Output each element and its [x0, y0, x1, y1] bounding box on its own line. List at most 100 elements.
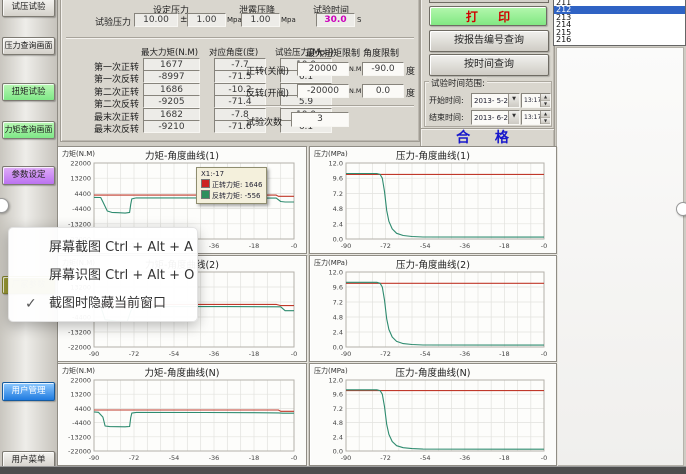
- end-date-select[interactable]: 2013- 6-27 ▼: [471, 110, 520, 125]
- svg-text:4.8: 4.8: [333, 314, 343, 322]
- dropdown-arrow-icon[interactable]: ▼: [508, 111, 519, 124]
- svg-text:7.2: 7.2: [333, 190, 343, 198]
- deg-unit-1: 度: [406, 64, 415, 77]
- report-list-item-selected[interactable]: 212: [554, 6, 685, 13]
- svg-text:-0: -0: [541, 350, 547, 358]
- row-label: 最末次反转: [71, 122, 139, 135]
- settings-results-panel: 设定压力 试验压力 10.00 ± 1.00 Mpa 泄露压降 1.00 Mpa…: [60, 0, 420, 142]
- menu-item-screen-ocr[interactable]: 屏幕识图 Ctrl + Alt + O: [9, 262, 197, 290]
- sidebar-item-pressure-test[interactable]: 试压试验: [2, 0, 55, 17]
- reverse-label: 反转(开阀): [246, 86, 289, 99]
- test-count-field[interactable]: 3: [291, 112, 349, 127]
- svg-text:-13200: -13200: [68, 329, 91, 337]
- forward-angle-field[interactable]: -90.0: [362, 62, 404, 76]
- svg-text:-72: -72: [380, 350, 391, 358]
- leak-drop-field[interactable]: 1.00: [241, 13, 280, 27]
- svg-text:-0: -0: [291, 350, 297, 358]
- torque-cell: -9205: [143, 95, 200, 108]
- svg-text:0.0: 0.0: [333, 344, 343, 352]
- reverse-torque-field[interactable]: -20000: [297, 84, 349, 98]
- chart-svg: -90-72-54-36-18-012.09.67.24.82.40.0: [312, 377, 552, 463]
- cutoff-button[interactable]: [429, 0, 549, 3]
- svg-text:13200: 13200: [70, 391, 91, 399]
- end-time-label: 结束时间:: [429, 112, 464, 123]
- context-menu: 屏幕截图 Ctrl + Alt + A 屏幕识图 Ctrl + Alt + O …: [8, 227, 198, 322]
- forward-torque-field[interactable]: 20000: [297, 62, 349, 76]
- reverse-angle-field[interactable]: 0.0: [362, 84, 404, 98]
- svg-text:7.2: 7.2: [333, 299, 343, 307]
- menu-item-hide-window-label: 截图时隐藏当前窗口: [49, 296, 166, 311]
- right-blank-panel: [556, 47, 684, 466]
- menu-item-screenshot[interactable]: 屏幕截图 Ctrl + Alt + A: [9, 234, 197, 262]
- tolerance-field[interactable]: 1.00: [187, 13, 226, 27]
- svg-text:2.4: 2.4: [333, 329, 343, 337]
- svg-text:-36: -36: [459, 454, 470, 462]
- chart-panel-pressure-n: 压力(MPa) 压力-角度曲线(N) -90-72-54-36-18-012.0…: [309, 363, 557, 466]
- svg-text:-36: -36: [459, 242, 470, 250]
- svg-text:12.0: 12.0: [329, 160, 343, 168]
- deg-unit-2: 度: [406, 86, 415, 99]
- torque-cell: -8997: [143, 70, 200, 83]
- chart-svg: -90-72-54-36-18-012.09.67.24.82.40.0: [312, 160, 552, 251]
- svg-text:-72: -72: [129, 454, 140, 462]
- spinner-down-icon[interactable]: ▼: [541, 118, 550, 125]
- svg-text:12.0: 12.0: [329, 269, 343, 277]
- svg-text:-54: -54: [420, 242, 431, 250]
- dropdown-arrow-icon[interactable]: ▼: [508, 94, 519, 107]
- chart-panel-pressure-2: 压力(MPa) 压力-角度曲线(2) -90-72-54-36-18-012.0…: [309, 255, 557, 362]
- query-by-time-button[interactable]: 按时间查询: [429, 54, 549, 76]
- sidebar-item-user-management[interactable]: 用户管理: [2, 382, 55, 401]
- svg-text:-18: -18: [249, 350, 260, 358]
- start-time-value: 13:17:35: [522, 97, 540, 104]
- query-by-report-button[interactable]: 按报告编号查询: [429, 30, 549, 52]
- svg-text:-0: -0: [291, 454, 297, 462]
- svg-text:-54: -54: [169, 350, 180, 358]
- nm-unit-2: N.M: [349, 87, 362, 95]
- sidebar-item-parameter-settings[interactable]: 参数设定: [2, 166, 55, 185]
- svg-text:4.8: 4.8: [333, 205, 343, 213]
- test-pressure-label: 试验压力: [95, 15, 131, 28]
- svg-text:9.6: 9.6: [333, 284, 343, 292]
- svg-text:22000: 22000: [70, 160, 91, 168]
- tooltip-reverse-label: 反转力矩: -556: [212, 192, 260, 200]
- window-root: { "sidebar": { "buttons": [ {"label": "试…: [0, 0, 686, 473]
- sidebar-item-pressure-query[interactable]: 压力查询画面: [2, 37, 55, 55]
- test-time-field[interactable]: 30.0: [316, 13, 355, 27]
- svg-text:-22000: -22000: [68, 344, 91, 352]
- end-time-value: 13:17:35: [522, 114, 540, 121]
- drawer-handle-right[interactable]: [676, 202, 686, 216]
- start-time-spinner[interactable]: 13:17:35 ▲▼: [521, 93, 551, 108]
- svg-text:-54: -54: [169, 454, 180, 462]
- svg-text:22000: 22000: [70, 377, 91, 385]
- sidebar-item-torque-test[interactable]: 扭矩试验: [2, 83, 55, 101]
- check-icon: ✓: [25, 290, 37, 318]
- spinner-down-icon[interactable]: ▼: [541, 101, 550, 108]
- svg-text:-54: -54: [420, 454, 431, 462]
- end-time-spinner[interactable]: 13:17:35 ▲▼: [521, 110, 551, 125]
- row-label: 第一次反转: [71, 72, 139, 85]
- mpa-unit-1: Mpa: [227, 16, 242, 24]
- chart-panel-torque-n: 力矩(N.M) 力矩-角度曲线(N) -90-72-54-36-18-02200…: [57, 363, 307, 466]
- menu-item-hide-window[interactable]: ✓ 截图时隐藏当前窗口: [9, 290, 197, 318]
- report-list-item[interactable]: 216: [554, 36, 685, 43]
- report-listbox[interactable]: 211 212 213 214 215 216: [553, 0, 686, 46]
- test-pressure-field[interactable]: 10.00: [134, 13, 178, 27]
- test-count-label: 试验次数: [246, 115, 282, 128]
- divider: [66, 37, 414, 39]
- report-list-item[interactable]: 213: [554, 14, 685, 21]
- svg-text:-0: -0: [291, 242, 297, 250]
- start-date-select[interactable]: 2013- 5-28 ▼: [471, 93, 520, 108]
- print-button[interactable]: 打 印: [429, 6, 547, 26]
- time-range-groupbox: 试验时间范围: 开始时间: 2013- 5-28 ▼ 13:17:35 ▲▼ 结…: [424, 81, 552, 127]
- report-list-item[interactable]: 215: [554, 29, 685, 36]
- row-label: 第二次反转: [71, 97, 139, 110]
- svg-text:-72: -72: [380, 242, 391, 250]
- forward-label: 正转(关阀): [246, 64, 289, 77]
- svg-text:-22000: -22000: [68, 448, 91, 456]
- report-list-item[interactable]: 214: [554, 21, 685, 28]
- start-time-label: 开始时间:: [429, 95, 464, 106]
- svg-text:-36: -36: [209, 242, 220, 250]
- svg-text:-18: -18: [499, 242, 510, 250]
- sidebar-item-torque-query[interactable]: 力矩查询画面: [2, 121, 55, 139]
- svg-text:-18: -18: [499, 454, 510, 462]
